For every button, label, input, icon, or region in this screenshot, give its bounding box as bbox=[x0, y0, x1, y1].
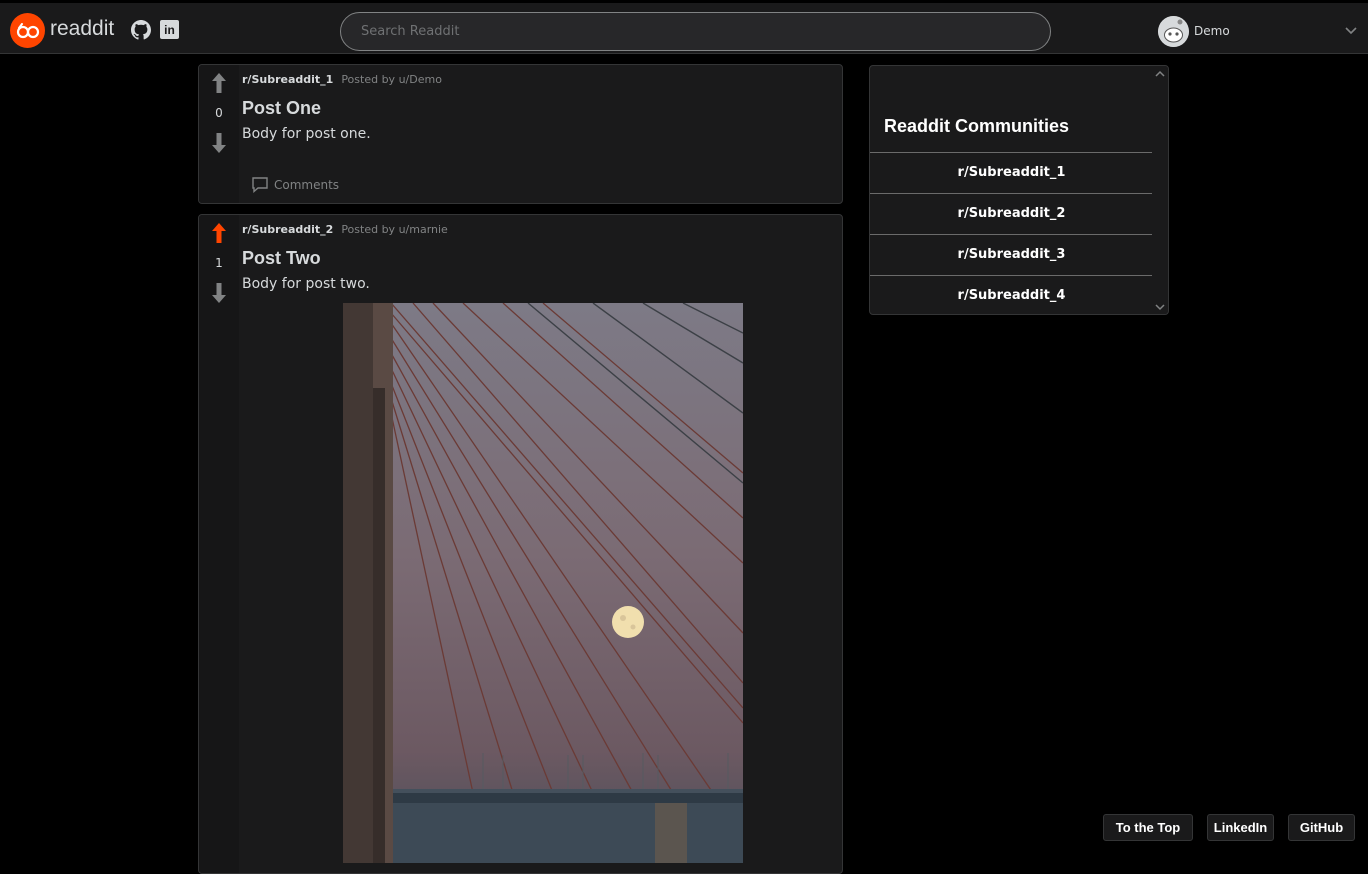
post-author: Posted by u/Demo bbox=[341, 73, 442, 86]
top-navbar: readdit in Demo bbox=[0, 0, 1368, 54]
github-button[interactable]: GitHub bbox=[1288, 814, 1355, 841]
linkedin-icon[interactable]: in bbox=[160, 20, 179, 39]
communities-title: Readdit Communities bbox=[884, 116, 1070, 136]
downvote-arrow-icon[interactable] bbox=[210, 132, 228, 154]
comment-icon bbox=[252, 177, 268, 193]
comments-label: Comments bbox=[274, 177, 340, 192]
post-author: Posted by u/marnie bbox=[341, 223, 448, 236]
post-title[interactable]: Post One bbox=[242, 98, 321, 119]
brand-name[interactable]: readdit bbox=[50, 17, 114, 41]
post-meta: r/Subreaddit_1 Posted by u/Demo bbox=[242, 73, 442, 86]
communities-panel: Readdit Communities r/Subreaddit_1 r/Sub… bbox=[869, 65, 1169, 315]
post-title[interactable]: Post Two bbox=[242, 248, 321, 269]
avatar bbox=[1158, 16, 1189, 47]
username: Demo bbox=[1194, 24, 1230, 38]
upvote-arrow-icon[interactable] bbox=[210, 72, 228, 94]
post-subreddit-link[interactable]: r/Subreaddit_1 bbox=[242, 73, 333, 86]
to-top-button[interactable]: To the Top bbox=[1103, 814, 1193, 841]
upvote-arrow-icon[interactable] bbox=[210, 222, 228, 244]
post-card[interactable]: 1 r/Subreaddit_2 Posted by u/marnie Post … bbox=[198, 214, 843, 874]
chevron-down-icon[interactable] bbox=[1344, 23, 1358, 37]
github-icon[interactable] bbox=[131, 20, 151, 40]
search-input[interactable] bbox=[340, 12, 1051, 51]
vote-count: 1 bbox=[215, 256, 223, 270]
post-body: Body for post one. bbox=[242, 126, 371, 142]
post-meta: r/Subreaddit_2 Posted by u/marnie bbox=[242, 223, 448, 236]
vote-count: 0 bbox=[215, 106, 223, 120]
community-item[interactable]: r/Subreaddit_1 bbox=[870, 152, 1153, 193]
vote-column bbox=[199, 215, 239, 873]
scroll-up-icon[interactable] bbox=[1155, 69, 1165, 79]
post-image[interactable] bbox=[343, 303, 743, 863]
post-body: Body for post two. bbox=[242, 276, 370, 292]
post-subreddit-link[interactable]: r/Subreaddit_2 bbox=[242, 223, 333, 236]
community-item[interactable]: r/Subreaddit_2 bbox=[870, 193, 1153, 234]
readdit-logo-icon[interactable] bbox=[10, 13, 45, 48]
user-menu[interactable]: Demo bbox=[1158, 16, 1358, 48]
community-item[interactable]: r/Subreaddit_3 bbox=[870, 234, 1153, 275]
post-card[interactable]: 0 r/Subreaddit_1 Posted by u/Demo Post On… bbox=[198, 64, 843, 204]
downvote-arrow-icon[interactable] bbox=[210, 282, 228, 304]
sidebar-scrollbar[interactable] bbox=[1152, 66, 1168, 314]
linkedin-button[interactable]: LinkedIn bbox=[1207, 814, 1274, 841]
scroll-down-icon[interactable] bbox=[1155, 302, 1165, 312]
community-item[interactable]: r/Subreaddit_4 bbox=[870, 275, 1153, 314]
comments-button[interactable]: Comments bbox=[251, 176, 339, 193]
